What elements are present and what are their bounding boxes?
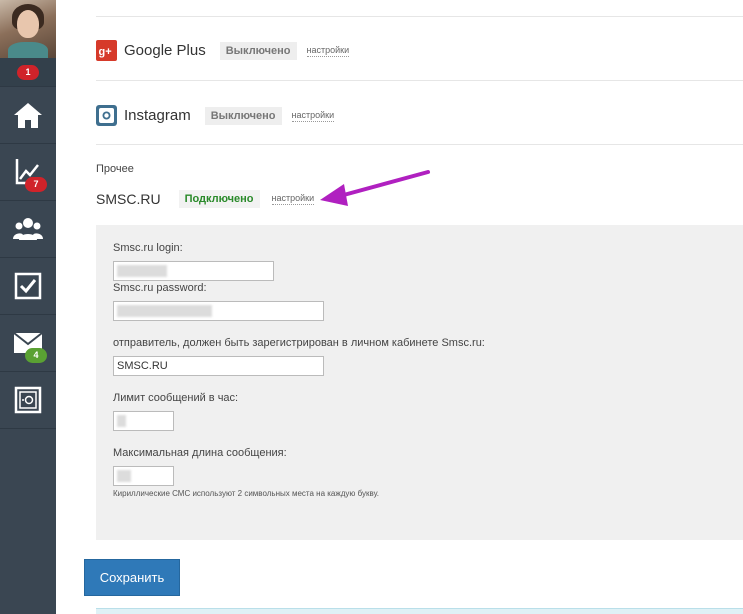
password-label: Smsc.ru password:	[113, 282, 207, 294]
login-input[interactable]	[113, 261, 274, 281]
status-badge: Подключено	[178, 190, 260, 208]
section-label: Прочее	[96, 163, 134, 175]
nav-analytics[interactable]: 7	[0, 143, 56, 200]
password-input[interactable]	[113, 301, 324, 321]
save-button[interactable]: Сохранить	[84, 559, 180, 596]
safe-icon	[14, 386, 42, 414]
nav-settings[interactable]	[0, 371, 56, 428]
service-name: SMSC.RU	[96, 191, 161, 207]
avatar[interactable]	[0, 0, 56, 58]
checkbox-icon	[14, 272, 42, 300]
service-name: Google Plus	[124, 42, 206, 59]
sender-input[interactable]: SMSC.RU	[113, 356, 324, 376]
google-plus-icon: g+	[96, 40, 117, 61]
svg-text:g+: g+	[99, 46, 112, 58]
status-badge: Выключено	[204, 106, 282, 125]
nav-tasks[interactable]	[0, 257, 56, 314]
nav-mail[interactable]: 4	[0, 314, 56, 371]
mail-badge: 4	[25, 348, 47, 363]
main-content: g+ Google Plus Выключено настройки Insta…	[56, 0, 743, 614]
avatar-section: 1	[0, 0, 56, 86]
settings-link[interactable]: настройки	[271, 193, 315, 205]
annotation-arrow-icon	[320, 170, 430, 206]
maxlen-label: Максимальная длина сообщения:	[113, 447, 287, 459]
settings-link[interactable]: настройки	[291, 110, 335, 122]
settings-panel: Smsc.ru login: Smsc.ru password: отправи…	[96, 225, 743, 540]
maxlen-input[interactable]	[113, 466, 174, 486]
users-icon	[13, 218, 43, 240]
limit-label: Лимит сообщений в час:	[113, 392, 239, 404]
sender-label: отправитель, должен быть зарегистрирован…	[113, 337, 485, 349]
instagram-icon	[96, 105, 117, 126]
hint-text: Кириллические СМС используют 2 символьны…	[113, 489, 380, 498]
page: 1 7 4 g+ Google Plus Выключено настройки…	[0, 0, 743, 614]
login-label: Smsc.ru login:	[113, 242, 183, 254]
settings-link[interactable]: настройки	[306, 45, 350, 57]
service-smsc: SMSC.RU Подключено настройки	[96, 190, 315, 208]
service-google-plus: g+ Google Plus Выключено настройки	[96, 40, 350, 61]
nav-home[interactable]	[0, 86, 56, 143]
limit-input[interactable]	[113, 411, 174, 431]
info-strip	[96, 608, 743, 614]
nav-users[interactable]	[0, 200, 56, 257]
status-badge: Выключено	[219, 41, 297, 60]
sidebar: 1 7 4	[0, 0, 56, 614]
home-icon	[14, 103, 42, 128]
service-instagram: Instagram Выключено настройки	[96, 105, 335, 126]
notification-badge: 1	[17, 65, 39, 80]
service-name: Instagram	[124, 107, 191, 124]
analytics-badge: 7	[25, 177, 47, 192]
